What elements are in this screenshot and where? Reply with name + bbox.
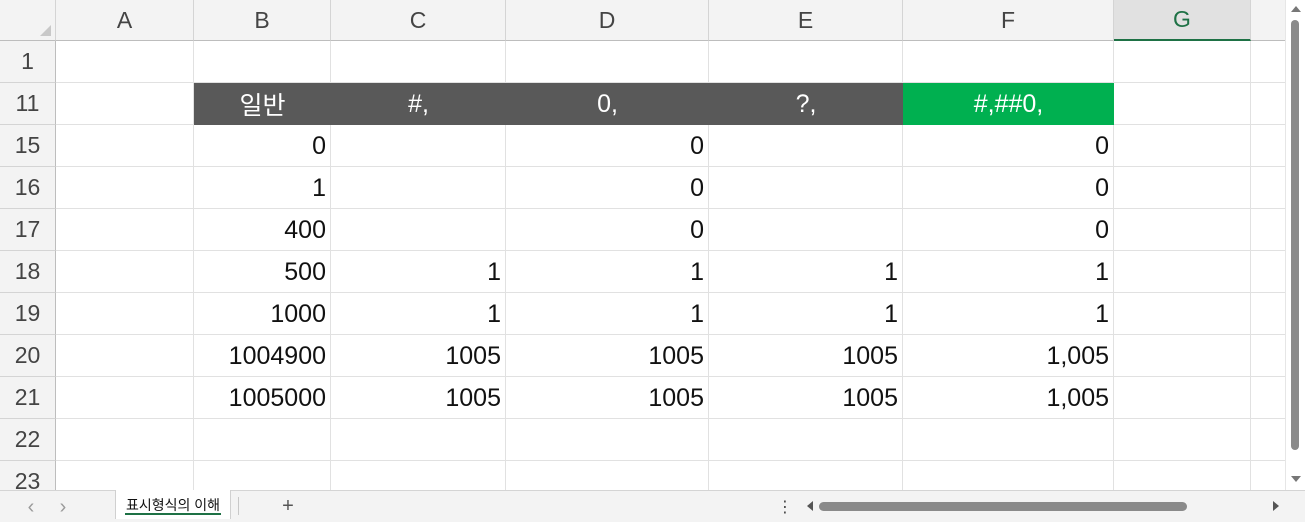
- horizontal-scrollbar[interactable]: [800, 491, 1285, 521]
- cell-c20[interactable]: 1005: [331, 336, 506, 377]
- column-header-g[interactable]: G: [1114, 0, 1251, 41]
- row-header-23[interactable]: 23: [0, 461, 56, 490]
- cell-b20[interactable]: 1004900: [194, 336, 331, 377]
- cell-c17[interactable]: [331, 210, 506, 251]
- sheet-tab-active[interactable]: 표시형식의 이해: [115, 490, 232, 519]
- cell-d19[interactable]: 1: [506, 294, 709, 335]
- cell-c19[interactable]: 1: [331, 294, 506, 335]
- cell-c15[interactable]: [331, 126, 506, 167]
- column-header-filler: [1251, 0, 1285, 41]
- column-header-f[interactable]: F: [903, 0, 1114, 41]
- cell-d15[interactable]: 0: [506, 126, 709, 167]
- cell-e11[interactable]: ?,: [709, 83, 903, 125]
- cell-c16[interactable]: [331, 168, 506, 209]
- cell-f18[interactable]: 1: [903, 252, 1114, 293]
- cell-e20[interactable]: 1005: [709, 336, 903, 377]
- scroll-left-icon[interactable]: [807, 501, 813, 511]
- cell-f15[interactable]: 0: [903, 126, 1114, 167]
- row-header-18[interactable]: 18: [0, 251, 56, 293]
- prev-sheet-button[interactable]: ‹: [20, 495, 42, 519]
- cell-f16[interactable]: 0: [903, 168, 1114, 209]
- scroll-down-icon[interactable]: [1291, 476, 1301, 482]
- cell-d18[interactable]: 1: [506, 252, 709, 293]
- select-all-corner[interactable]: [0, 0, 56, 41]
- tab-divider: [238, 497, 239, 515]
- cell-d11[interactable]: 0,: [506, 83, 709, 125]
- cell-b11[interactable]: 일반: [194, 83, 331, 125]
- row-header-20[interactable]: 20: [0, 335, 56, 377]
- cell-f21[interactable]: 1,005: [903, 378, 1114, 419]
- row-header-21[interactable]: 21: [0, 377, 56, 419]
- cell-e16[interactable]: [709, 168, 903, 209]
- cell-f11[interactable]: #,##0,: [903, 83, 1114, 125]
- add-sheet-button[interactable]: +: [276, 493, 300, 519]
- cell-b16[interactable]: 1: [194, 168, 331, 209]
- scroll-up-icon[interactable]: [1291, 6, 1301, 12]
- row-header-11[interactable]: 11: [0, 83, 56, 125]
- cell-e17[interactable]: [709, 210, 903, 251]
- horizontal-scroll-thumb[interactable]: [819, 502, 1187, 511]
- cell-d16[interactable]: 0: [506, 168, 709, 209]
- next-sheet-button[interactable]: ›: [52, 495, 74, 519]
- row-header-1[interactable]: 1: [0, 41, 56, 83]
- column-header-c[interactable]: C: [331, 0, 506, 41]
- row-header-22[interactable]: 22: [0, 419, 56, 461]
- column-header-a[interactable]: A: [56, 0, 194, 41]
- row-header-16[interactable]: 16: [0, 167, 56, 209]
- row-header-17[interactable]: 17: [0, 209, 56, 251]
- cell-e18[interactable]: 1: [709, 252, 903, 293]
- cell-f19[interactable]: 1: [903, 294, 1114, 335]
- vertical-scrollbar[interactable]: [1285, 0, 1305, 490]
- active-tab-underline: [125, 513, 222, 515]
- spreadsheet-grid[interactable]: A B C D E F G 1 11 15 16 17 18 19 20 21 …: [0, 0, 1285, 490]
- cell-d20[interactable]: 1005: [506, 336, 709, 377]
- grid-row-line: [56, 419, 1285, 461]
- cell-d21[interactable]: 1005: [506, 378, 709, 419]
- cell-c21[interactable]: 1005: [331, 378, 506, 419]
- cell-e15[interactable]: [709, 126, 903, 167]
- vertical-scroll-thumb[interactable]: [1291, 20, 1299, 450]
- grid-col-line: [1250, 41, 1251, 490]
- column-header-e[interactable]: E: [709, 0, 903, 41]
- sheet-tab-bar: ‹ › 표시형식의 이해 + ⋮: [0, 490, 1305, 522]
- grid-row-line: [56, 41, 1285, 83]
- cell-f17[interactable]: 0: [903, 210, 1114, 251]
- cell-d17[interactable]: 0: [506, 210, 709, 251]
- sheet-tab-label: 표시형식의 이해: [126, 496, 221, 513]
- grid-row-line: [56, 461, 1285, 490]
- row-header-15[interactable]: 15: [0, 125, 56, 167]
- scroll-right-icon[interactable]: [1273, 501, 1279, 511]
- column-header-b[interactable]: B: [194, 0, 331, 41]
- row-header-19[interactable]: 19: [0, 293, 56, 335]
- cell-e19[interactable]: 1: [709, 294, 903, 335]
- column-header-d[interactable]: D: [506, 0, 709, 41]
- cell-b18[interactable]: 500: [194, 252, 331, 293]
- more-options-icon[interactable]: ⋮: [777, 495, 793, 519]
- cell-b15[interactable]: 0: [194, 126, 331, 167]
- cell-f20[interactable]: 1,005: [903, 336, 1114, 377]
- cell-c11[interactable]: #,: [331, 83, 506, 125]
- cell-b19[interactable]: 1000: [194, 294, 331, 335]
- cell-b17[interactable]: 400: [194, 210, 331, 251]
- cell-c18[interactable]: 1: [331, 252, 506, 293]
- cell-e21[interactable]: 1005: [709, 378, 903, 419]
- cell-b21[interactable]: 1005000: [194, 378, 331, 419]
